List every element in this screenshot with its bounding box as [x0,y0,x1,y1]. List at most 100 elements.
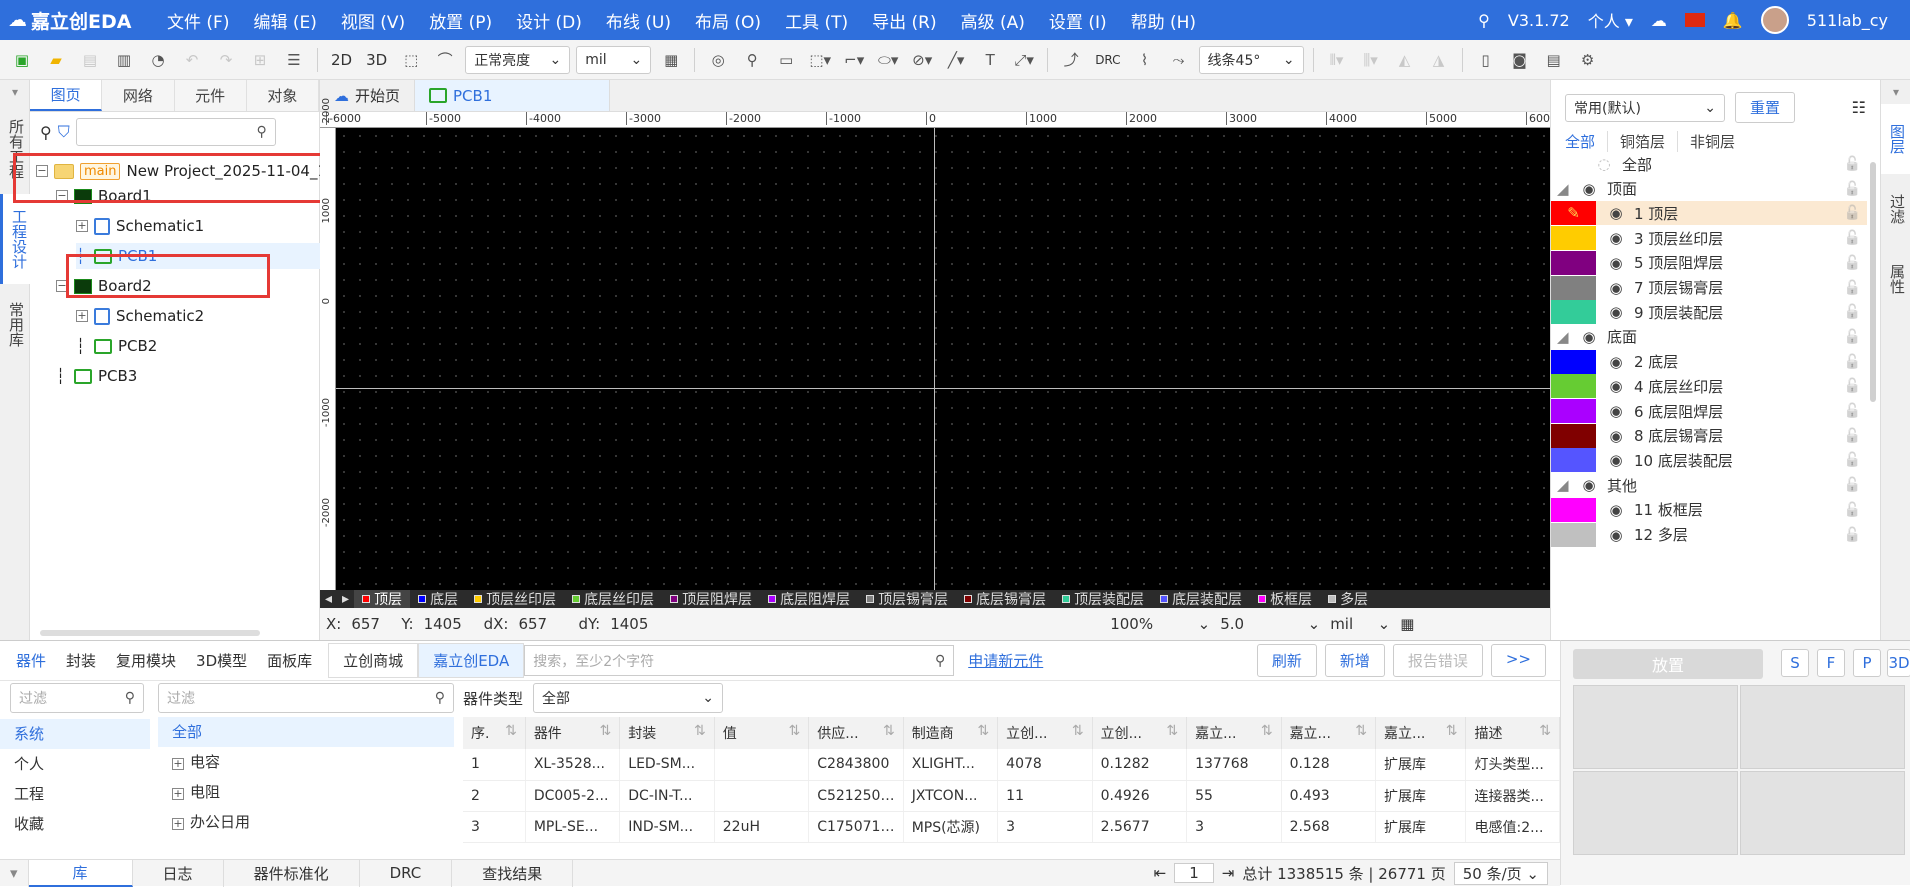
layer-row[interactable]: ◉ 8 底层锡膏层 🔓 [1551,423,1867,448]
cloud-icon[interactable]: ☁ [1651,11,1667,30]
status-unit-select[interactable]: mil ⌄ [1330,615,1390,633]
eye-icon[interactable]: ◉ [1579,180,1599,198]
column-header[interactable]: 嘉立... ⇅ [1186,717,1282,749]
flag-icon[interactable] [1684,13,1705,27]
tab-pages[interactable]: 图页 [30,80,103,111]
sort-icon[interactable]: ⇅ [505,723,517,739]
refresh-button[interactable]: 刷新 [1256,644,1317,677]
menu-help[interactable]: 帮助 (H) [1119,0,1208,40]
lock-icon[interactable]: 🔓 [1844,428,1861,444]
lock-icon[interactable]: 🔓 [1844,354,1861,370]
tab-start-page[interactable]: ☁ 开始页 [320,80,416,111]
tree-schematic1[interactable]: + Schematic1 [76,213,204,239]
tab-components[interactable]: 元件 [175,80,247,111]
vtab-properties[interactable]: 属性 [1881,244,1910,314]
active-layer-pencil-icon[interactable]: ✎ [1551,201,1596,226]
grid-icon[interactable]: ▦ [657,46,685,74]
prev-page-icon[interactable]: ⇤ [1154,864,1167,882]
tab-nets[interactable]: 网络 [102,80,175,111]
eye-icon[interactable]: ◉ [1606,501,1626,519]
tab-3d-models[interactable]: 3D模型 [186,650,257,671]
eye-icon[interactable]: ◉ [1606,353,1626,371]
brightness-select[interactable]: 正常亮度 ⌄ [465,45,571,74]
menu-edit[interactable]: 编辑 (E) [241,0,328,40]
eye-icon[interactable]: ◉ [1606,229,1626,247]
route-angle-select[interactable]: 线条45° ⌄ [1198,45,1304,74]
sort-icon[interactable]: ⇅ [1261,723,1273,739]
unit-select[interactable]: mil ⌄ [576,45,652,74]
column-header[interactable]: 立创... ⇅ [1092,717,1188,749]
lock-icon[interactable]: 🔓 [1844,527,1861,543]
layer-manager-icon[interactable]: ☷ [1852,98,1866,117]
camera-icon[interactable]: ◙ [1506,46,1534,74]
undo-icon[interactable]: ↶ [178,46,206,74]
mode-p-button[interactable]: P [1853,649,1881,677]
account-type-dropdown[interactable]: 个人 ▾ [1588,8,1633,32]
document-icon[interactable]: ▯ [1472,46,1500,74]
lock-icon[interactable]: 🔓 [1844,156,1861,172]
lock-icon[interactable]: 🔓 [1844,378,1861,394]
layer-row[interactable]: ◉ 12 多层 🔓 [1551,522,1867,547]
lock-icon[interactable]: 🔓 [1844,502,1861,518]
align-icon[interactable]: ⫴▾ [1323,46,1351,74]
report-error-button[interactable]: 报告错误 [1392,644,1483,677]
lock-icon[interactable]: 🔓 [1844,181,1861,197]
sort-icon[interactable]: ⇅ [694,723,706,739]
sort-icon[interactable]: ⇅ [883,723,895,739]
table-row[interactable]: 3 MPL-SE... IND-SM... 22uH C17507122 MPS(芯源) 3… [463,811,1560,843]
filter-all[interactable]: 全部 [1565,131,1609,152]
pad-icon[interactable]: ▭ [772,46,800,74]
new-project-icon[interactable]: ▣ [8,46,36,74]
diff-route-icon[interactable]: ⤳ [1165,46,1193,74]
redo-icon[interactable]: ↷ [212,46,240,74]
scroll-right-icon[interactable]: ▸ [337,591,354,607]
grid-size-select[interactable]: 5.0 ⌄ [1220,615,1320,633]
menu-view[interactable]: 视图 (V) [329,0,417,40]
view-3d-button[interactable]: 3D [362,51,391,69]
mode-3d-button[interactable]: 3D [1887,649,1910,677]
library-search-input[interactable]: 搜索，至少2个字符 ⚲ [524,645,955,676]
table-row[interactable]: 2 DC005-2... DC-IN-T... C52125073 JXTCON... 1… [463,780,1560,812]
menu-route[interactable]: 布线 (U) [594,0,683,40]
tab-log[interactable]: 日志 [133,859,224,887]
lock-icon[interactable]: 🔓 [1844,452,1861,468]
distribute-icon[interactable]: ⫼▾ [1357,46,1385,74]
eye-icon[interactable]: ◉ [1606,279,1626,297]
layer-bar-item[interactable]: 底层丝印层 [564,590,662,608]
mode-f-button[interactable]: F [1817,649,1845,677]
layer-bar-item[interactable]: 顶层 [354,590,411,608]
snapshot-icon[interactable]: ◔ [144,46,172,74]
layer-row[interactable]: ◉ 4 底层丝印层 🔓 [1551,374,1867,399]
layer-preset-select[interactable]: 常用(默认) ⌄ [1565,93,1725,122]
menu-design[interactable]: 设计 (D) [504,0,594,40]
lock-icon[interactable]: 🔓 [1844,403,1861,419]
save-all-icon[interactable]: ▥ [110,46,138,74]
mode-s-button[interactable]: S [1781,649,1809,677]
sort-icon[interactable]: ⇅ [1166,723,1178,739]
layer-row[interactable]: ◉ 9 顶层装配层 🔓 [1551,300,1867,325]
text-icon[interactable]: T [976,46,1004,74]
sort-icon[interactable]: ⇅ [788,723,800,739]
lock-icon[interactable]: 🔓 [1844,280,1861,296]
dimension-icon[interactable]: ⤢▾ [1010,46,1038,74]
layer-row[interactable]: ◉ 6 底层阻焊层 🔓 [1551,399,1867,423]
tab-drc[interactable]: DRC [360,859,453,887]
tree-schematic2[interactable]: + Schematic2 [76,303,204,329]
tab-library[interactable]: 库 [28,859,133,887]
sort-icon[interactable]: ⇅ [1446,723,1458,739]
via-icon[interactable]: ◎ [704,46,732,74]
tab-find-results[interactable]: 查找结果 [452,859,574,887]
tab-part-standardization[interactable]: 器件标准化 [224,859,360,887]
lock-icon[interactable]: 🔓 [1844,477,1861,493]
open-folder-icon[interactable]: ▰ [42,46,70,74]
next-page-icon[interactable]: ⇥ [1222,864,1235,882]
layer-color-swatch[interactable] [1551,497,1596,522]
column-header[interactable]: 序. ⇅ [463,717,526,749]
column-header[interactable]: 值 ⇅ [714,717,810,749]
eye-icon[interactable]: ◉ [1606,303,1626,321]
lock-icon[interactable]: 🔓 [1844,205,1861,221]
layer-color-swatch[interactable] [1551,250,1596,275]
eye-icon[interactable]: ◉ [1606,377,1626,395]
lock-icon[interactable]: 🔓 [1844,304,1861,320]
vtab-layers[interactable]: 图层 [1881,104,1910,174]
